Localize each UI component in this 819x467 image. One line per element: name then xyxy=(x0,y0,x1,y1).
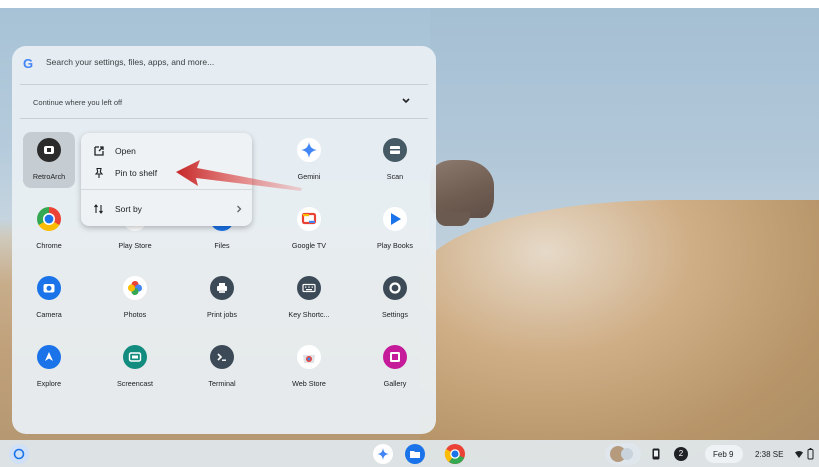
app-scan[interactable]: Scan xyxy=(358,132,428,192)
notification-count-badge[interactable]: 2 xyxy=(674,447,688,461)
app-label: Play Books xyxy=(377,241,413,250)
keyboard-shortcuts-icon xyxy=(297,276,321,300)
app-label: Scan xyxy=(386,172,404,181)
date-tray[interactable]: Feb 9 xyxy=(705,445,743,463)
open-in-new-icon xyxy=(94,146,104,156)
explore-icon xyxy=(37,345,61,369)
wallpaper-rock xyxy=(430,160,494,218)
launcher-button-icon[interactable] xyxy=(8,443,30,465)
files-shelf-icon[interactable] xyxy=(404,443,426,465)
retroarch-icon xyxy=(37,138,61,162)
app-label: Key Shortc... xyxy=(288,310,330,319)
scan-icon xyxy=(383,138,407,162)
chevron-right-icon xyxy=(237,205,242,213)
web-store-icon xyxy=(297,345,321,369)
system-tray[interactable]: 2:38 SE xyxy=(747,445,817,463)
play-books-icon xyxy=(383,207,407,231)
terminal-icon xyxy=(210,345,234,369)
app-label: Screencast xyxy=(117,379,153,388)
app-play-books[interactable]: Play Books xyxy=(358,201,428,261)
holding-space-icon[interactable] xyxy=(605,443,641,465)
date-label: Feb 9 xyxy=(713,450,734,459)
phone-hub-icon[interactable] xyxy=(649,447,663,461)
app-label: Settings xyxy=(382,310,408,319)
app-photos[interactable]: Photos xyxy=(98,270,168,330)
chrome-icon xyxy=(37,207,61,231)
app-label: Chrome xyxy=(36,241,62,250)
app-label: Web Store xyxy=(292,379,326,388)
settings-icon xyxy=(383,276,407,300)
gemini-shelf-icon[interactable] xyxy=(372,443,394,465)
app-label: Terminal xyxy=(208,379,236,388)
app-web-store[interactable]: Web Store xyxy=(272,339,342,399)
search-input[interactable]: Search your settings, files, apps, and m… xyxy=(46,57,214,67)
app-settings[interactable]: Settings xyxy=(358,270,428,330)
app-label: Print jobs xyxy=(207,310,237,319)
camera-icon xyxy=(37,276,61,300)
screencast-icon xyxy=(123,345,147,369)
google-tv-icon xyxy=(297,207,321,231)
desktop: G Search your settings, files, apps, and… xyxy=(0,0,819,467)
photos-icon xyxy=(123,276,147,300)
sort-icon xyxy=(94,204,103,214)
app-camera[interactable]: Camera xyxy=(12,270,82,330)
app-label: Gallery xyxy=(383,379,407,388)
app-print-jobs[interactable]: Print jobs xyxy=(185,270,255,330)
time-label: 2:38 SE xyxy=(755,450,784,459)
app-label: Google TV xyxy=(291,241,327,250)
app-label: Camera xyxy=(36,310,62,319)
battery-icon xyxy=(807,448,814,460)
menu-item-label: Pin to shelf xyxy=(115,168,158,178)
app-chrome[interactable]: Chrome xyxy=(12,201,82,261)
status-tray: 2 Feb 9 2:38 SE xyxy=(601,443,819,465)
app-retroarch[interactable]: RetroArch xyxy=(23,132,75,188)
chevron-down-icon[interactable] xyxy=(401,96,411,106)
annotation-arrow-icon xyxy=(176,160,302,191)
divider xyxy=(20,118,428,119)
app-label: Explore xyxy=(36,379,62,388)
divider xyxy=(20,84,428,85)
continue-section-label: Continue where you left off xyxy=(33,98,123,107)
wallpaper-rock-shadow xyxy=(436,212,470,226)
app-label: RetroArch xyxy=(32,172,66,181)
app-label: Files xyxy=(214,241,230,250)
menu-item-sort-by[interactable]: Sort by xyxy=(81,198,252,220)
app-gallery[interactable]: Gallery xyxy=(358,339,428,399)
wifi-icon xyxy=(795,450,803,458)
app-screencast[interactable]: Screencast xyxy=(98,339,168,399)
app-label: Play Store xyxy=(118,241,152,250)
menu-item-label: Open xyxy=(115,146,136,156)
wallpaper-hill xyxy=(420,200,819,460)
gallery-icon xyxy=(383,345,407,369)
app-explore[interactable]: Explore xyxy=(12,339,82,399)
pin-icon xyxy=(94,167,104,178)
app-key-shortcuts[interactable]: Key Shortc... xyxy=(272,270,342,330)
chrome-shelf-icon[interactable] xyxy=(444,443,466,465)
print-jobs-icon xyxy=(210,276,234,300)
app-label: Photos xyxy=(123,310,147,319)
google-logo-icon: G xyxy=(23,56,34,71)
menu-item-label: Sort by xyxy=(115,204,142,214)
app-google-tv[interactable]: Google TV xyxy=(272,201,342,261)
app-terminal[interactable]: Terminal xyxy=(185,339,255,399)
